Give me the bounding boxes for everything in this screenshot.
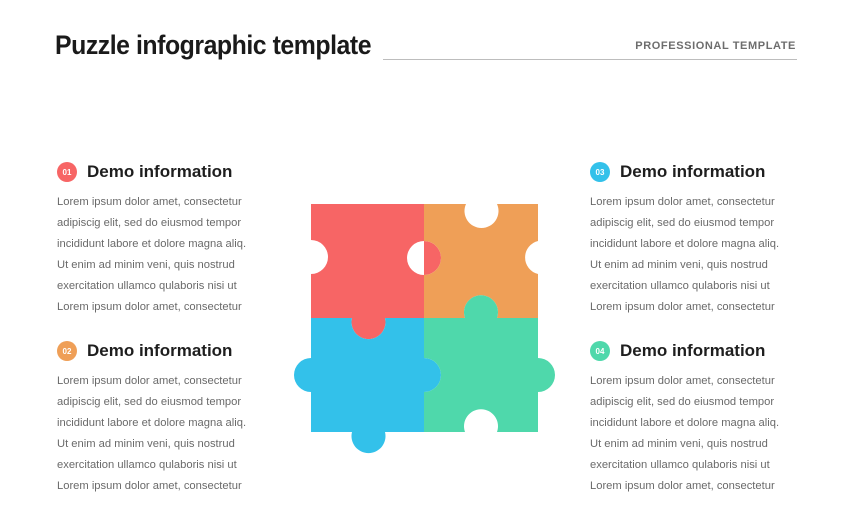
text-line: Ut enim ad minim veni, quis nostrud [57,259,235,271]
text-line: exercitation ullamco qulaboris nisi ut [57,459,237,471]
text-line: Lorem ipsum dolor amet, consectetur [57,480,242,492]
text-line: Lorem ipsum dolor amet, consectetur [590,301,775,313]
text-line: Lorem ipsum dolor amet, consectetur [57,196,242,208]
text-line: Lorem ipsum dolor amet, consectetur [590,480,775,492]
text-line: exercitation ullamco qulaboris nisi ut [57,280,237,292]
number-badge-2: 02 [57,341,77,361]
block-title-1: Demo information [87,162,233,181]
text-line: Lorem ipsum dolor amet, consectetur [590,375,775,387]
text-line: Lorem ipsum dolor amet, consectetur [57,375,242,387]
text-line: Ut enim ad minim veni, quis nostrud [590,438,768,450]
info-block-2: 02 Demo information Lorem ipsum dolor am… [57,339,267,497]
text-line: incididunt labore et dolore magna aliq. [590,417,780,429]
block-title-2: Demo information [87,341,233,360]
text-line: exercitation ullamco qulaboris nisi ut [590,280,770,292]
text-line: Ut enim ad minim veni, quis nostrud [590,259,768,271]
text-line: Lorem ipsum dolor amet, consectetur [57,301,242,313]
info-block-4: 04 Demo information Lorem ipsum dolor am… [590,339,800,497]
number-badge-1: 01 [57,162,77,182]
info-block-3: 03 Demo information Lorem ipsum dolor am… [590,160,800,318]
text-line: adipiscig elit, sed do eiusmod tempor [57,396,242,408]
text-line: Lorem ipsum dolor amet, consectetur [590,196,775,208]
number-badge-3: 03 [590,162,610,182]
text-line: adipiscig elit, sed do eiusmod tempor [590,217,775,229]
text-line: adipiscig elit, sed do eiusmod tempor [57,217,242,229]
text-line: incididunt labore et dolore magna aliq. [590,238,780,250]
block-title-4: Demo information [620,341,766,360]
text-line: adipiscig elit, sed do eiusmod tempor [590,396,775,408]
text-line: incididunt labore et dolore magna aliq. [57,238,247,250]
text-line: Ut enim ad minim veni, quis nostrud [57,438,235,450]
text-line: incididunt labore et dolore magna aliq. [57,417,247,429]
block-title-3: Demo information [620,162,766,181]
info-block-1: 01 Demo information Lorem ipsum dolor am… [57,160,267,318]
number-badge-4: 04 [590,341,610,361]
text-line: exercitation ullamco qulaboris nisi ut [590,459,770,471]
